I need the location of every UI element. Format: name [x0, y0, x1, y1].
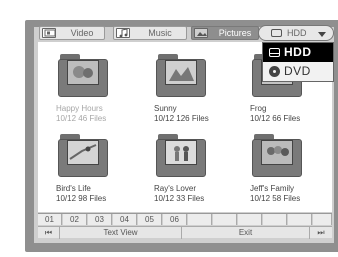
- tab-pictures-label: Pictures: [218, 28, 252, 38]
- page-slot-empty: [288, 214, 312, 225]
- hard-drive-icon: [271, 29, 282, 37]
- folder-icon: [252, 134, 302, 178]
- music-note-icon: [116, 28, 130, 38]
- device-option-hdd[interactable]: HDD: [263, 43, 333, 62]
- page-slot-empty: [213, 214, 237, 225]
- device-option-dvd[interactable]: DVD: [263, 62, 333, 81]
- next-icon[interactable]: ⏭: [310, 227, 332, 239]
- device-selector-label: HDD: [287, 28, 307, 38]
- folder-name: Ray's Lover: [154, 184, 196, 193]
- previous-icon[interactable]: ⏮: [38, 227, 60, 239]
- tab-video-label: Video: [70, 28, 94, 38]
- folder-name: Sunny: [154, 104, 177, 113]
- page-button-05[interactable]: 05: [138, 214, 162, 225]
- page-button-01[interactable]: 01: [38, 214, 62, 225]
- folder-item[interactable]: Jeff's Family 10/12 58 Files: [236, 130, 328, 210]
- thumbnail-image: [165, 60, 197, 85]
- page-slot-empty: [188, 214, 212, 225]
- chevron-down-icon: [318, 32, 326, 37]
- page-selector: 01 02 03 04 05 06: [38, 213, 332, 225]
- folder-item[interactable]: Bird's Life 10/12 98 Files: [42, 130, 134, 210]
- folder-icon: [58, 134, 108, 178]
- folder-meta: 10/12 66 Files: [250, 114, 301, 123]
- page-button-06[interactable]: 06: [163, 214, 187, 225]
- picture-icon: [194, 28, 208, 38]
- tab-pictures[interactable]: Pictures: [191, 26, 259, 40]
- page-slot-empty: [263, 214, 287, 225]
- folder-name: Bird's Life: [56, 184, 91, 193]
- device-option-label: DVD: [284, 64, 311, 78]
- folder-item[interactable]: Happy Hours 10/12 46 Files: [42, 50, 134, 130]
- folder-meta: 10/12 33 Files: [154, 194, 205, 203]
- page-button-03[interactable]: 03: [88, 214, 112, 225]
- folder-icon: [156, 54, 206, 98]
- folder-name: Frog: [250, 104, 267, 113]
- folder-meta: 10/12 46 Files: [56, 114, 107, 123]
- folder-name: Happy Hours: [56, 104, 103, 113]
- text-view-button[interactable]: Text View: [60, 227, 182, 239]
- device-dropdown: HDD DVD: [262, 42, 334, 82]
- tab-video[interactable]: Video: [39, 26, 105, 40]
- hard-drive-icon: [269, 48, 280, 57]
- thumbnail-image: [67, 140, 99, 165]
- thumbnail-image: [67, 60, 99, 85]
- device-selector[interactable]: HDD: [258, 25, 334, 41]
- folder-meta: 10/12 126 Files: [154, 114, 209, 123]
- thumbnail-image: [165, 140, 197, 165]
- folder-meta: 10/12 98 Files: [56, 194, 107, 203]
- folder-meta: 10/12 58 Files: [250, 194, 301, 203]
- page-slot-empty: [313, 214, 332, 225]
- folder-name: Jeff's Family: [250, 184, 295, 193]
- folder-icon: [58, 54, 108, 98]
- disc-icon: [269, 66, 280, 77]
- tab-music[interactable]: Music: [113, 26, 187, 40]
- film-icon: [42, 28, 56, 38]
- page-button-04[interactable]: 04: [113, 214, 137, 225]
- page-button-02[interactable]: 02: [63, 214, 87, 225]
- folder-item[interactable]: Ray's Lover 10/12 33 Files: [140, 130, 232, 210]
- device-option-label: HDD: [284, 45, 312, 59]
- bottom-control-bar: ⏮ Text View Exit ⏭: [38, 226, 332, 239]
- folder-item[interactable]: Sunny 10/12 126 Files: [140, 50, 232, 130]
- tab-music-label: Music: [148, 28, 172, 38]
- page-slot-empty: [238, 214, 262, 225]
- exit-button[interactable]: Exit: [182, 227, 310, 239]
- folder-icon: [156, 134, 206, 178]
- thumbnail-image: [261, 140, 293, 165]
